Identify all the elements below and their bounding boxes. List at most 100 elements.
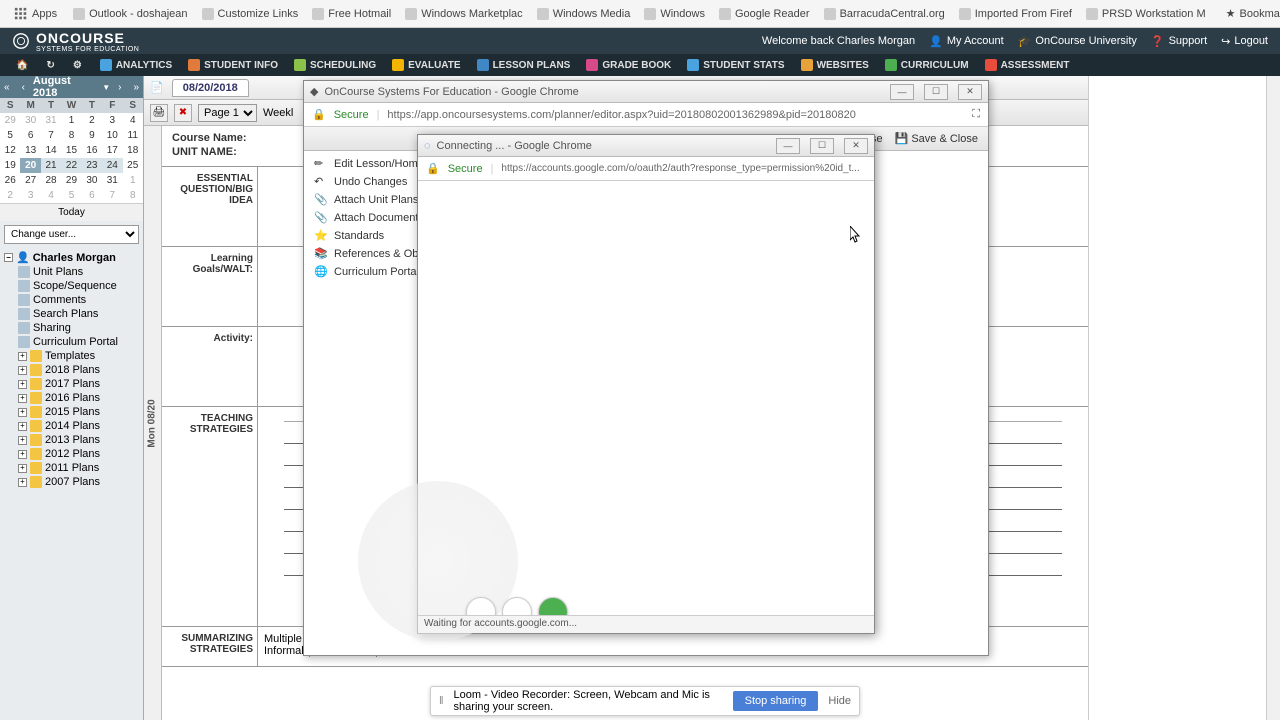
cal-day[interactable]: 2 bbox=[0, 188, 20, 203]
cal-day[interactable]: 27 bbox=[20, 173, 40, 188]
nav-curriculum[interactable]: CURRICULUM bbox=[877, 56, 977, 74]
cal-day[interactable]: 7 bbox=[41, 128, 61, 143]
cal-day[interactable]: 23 bbox=[82, 158, 102, 173]
minimize-button[interactable]: — bbox=[776, 138, 800, 154]
tree-folder[interactable]: +2016 Plans bbox=[0, 391, 143, 405]
print-button[interactable]: 🖨 bbox=[150, 104, 168, 122]
cal-day[interactable]: 8 bbox=[61, 128, 81, 143]
nav-settings[interactable]: ⚙ bbox=[65, 57, 90, 74]
close-window-button[interactable]: ✕ bbox=[958, 84, 982, 100]
maximize-button[interactable]: ☐ bbox=[924, 84, 948, 100]
change-user-select[interactable]: Change user... bbox=[4, 225, 139, 244]
popup-titlebar[interactable]: ◆ OnCourse Systems For Education - Googl… bbox=[304, 81, 988, 103]
cal-day[interactable]: 2 bbox=[82, 113, 102, 128]
cal-day[interactable]: 3 bbox=[102, 113, 122, 128]
tree-folder[interactable]: +2015 Plans bbox=[0, 405, 143, 419]
tree-folder[interactable]: +2017 Plans bbox=[0, 377, 143, 391]
tree-item-sharing[interactable]: Sharing bbox=[0, 321, 143, 335]
cal-day[interactable]: 25 bbox=[123, 158, 143, 173]
cal-day[interactable]: 4 bbox=[41, 188, 61, 203]
cal-day[interactable]: 18 bbox=[123, 143, 143, 158]
expand-icon[interactable]: + bbox=[18, 380, 27, 389]
university-link[interactable]: 🎓 OnCourse University bbox=[1018, 35, 1137, 48]
stop-sharing-button[interactable]: Stop sharing bbox=[733, 691, 819, 711]
expand-icon[interactable]: + bbox=[18, 366, 27, 375]
bookmark-item[interactable]: BarracudaCentral.org bbox=[818, 6, 951, 22]
tree-folder[interactable]: +2012 Plans bbox=[0, 447, 143, 461]
logo[interactable]: ONCOURSE SYSTEMS FOR EDUCATION bbox=[12, 30, 139, 53]
logout-link[interactable]: ↪ Logout bbox=[1221, 35, 1268, 48]
cal-day[interactable]: 6 bbox=[82, 188, 102, 203]
expand-icon[interactable]: + bbox=[18, 436, 27, 445]
tree-item-comments[interactable]: Comments bbox=[0, 293, 143, 307]
nav-evaluate[interactable]: EVALUATE bbox=[384, 56, 468, 74]
cal-month-picker[interactable]: August 2018 bbox=[33, 75, 98, 99]
nav-student-info[interactable]: STUDENT INFO bbox=[180, 56, 286, 74]
tree-folder[interactable]: +2007 Plans bbox=[0, 475, 143, 489]
cal-day[interactable]: 8 bbox=[123, 188, 143, 203]
cal-day[interactable]: 6 bbox=[20, 128, 40, 143]
save-close-button[interactable]: 💾Save & Close bbox=[891, 130, 982, 147]
tree-folder[interactable]: +2013 Plans bbox=[0, 433, 143, 447]
cal-day[interactable]: 14 bbox=[41, 143, 61, 158]
cal-day[interactable]: 5 bbox=[61, 188, 81, 203]
bookmark-item[interactable]: Google Reader bbox=[713, 6, 816, 22]
cal-day[interactable]: 13 bbox=[20, 143, 40, 158]
tree-folder[interactable]: +2018 Plans bbox=[0, 363, 143, 377]
cal-day[interactable]: 31 bbox=[41, 113, 61, 128]
expand-icon[interactable]: + bbox=[18, 464, 27, 473]
today-button[interactable]: Today bbox=[0, 203, 143, 221]
expand-icon[interactable]: ⛶ bbox=[972, 108, 980, 121]
cal-day[interactable]: 1 bbox=[123, 173, 143, 188]
cal-prev-month[interactable]: ‹ bbox=[18, 82, 29, 93]
expand-icon[interactable]: + bbox=[18, 422, 27, 431]
cal-day[interactable]: 7 bbox=[102, 188, 122, 203]
cal-day[interactable]: 19 bbox=[0, 158, 20, 173]
tree-item-scope-sequence[interactable]: Scope/Sequence bbox=[0, 279, 143, 293]
bookmark-item[interactable]: Free Hotmail bbox=[306, 6, 397, 22]
cancel-button[interactable]: ✖ bbox=[174, 104, 192, 122]
cal-day[interactable]: 12 bbox=[0, 143, 20, 158]
expand-icon[interactable]: + bbox=[18, 394, 27, 403]
tree-folder[interactable]: +2011 Plans bbox=[0, 461, 143, 475]
cal-prev-year[interactable]: « bbox=[0, 82, 14, 93]
bookmark-item[interactable]: Windows Marketplac bbox=[399, 6, 528, 22]
tree-item-unit-plans[interactable]: Unit Plans bbox=[0, 265, 143, 279]
cal-day[interactable]: 20 bbox=[20, 158, 40, 173]
my-account-link[interactable]: 👤 My Account bbox=[929, 35, 1004, 48]
nav-home[interactable]: 🏠 bbox=[8, 57, 36, 74]
cal-day[interactable]: 11 bbox=[123, 128, 143, 143]
cal-day[interactable]: 31 bbox=[102, 173, 122, 188]
vertical-scrollbar[interactable] bbox=[1266, 76, 1280, 720]
cal-next-month[interactable]: › bbox=[114, 82, 125, 93]
bookmark-item[interactable]: Outlook - doshajean bbox=[67, 6, 193, 22]
nav-lesson-plans[interactable]: LESSON PLANS bbox=[469, 56, 579, 74]
cal-day[interactable]: 16 bbox=[82, 143, 102, 158]
expand-icon[interactable]: + bbox=[18, 478, 27, 487]
hide-button[interactable]: Hide bbox=[828, 695, 851, 707]
tree-user-node[interactable]: − 👤 Charles Morgan bbox=[0, 250, 143, 265]
url-text[interactable]: https://app.oncoursesystems.com/planner/… bbox=[387, 109, 855, 121]
nav-websites[interactable]: WEBSITES bbox=[793, 56, 877, 74]
cal-day[interactable]: 3 bbox=[20, 188, 40, 203]
bookmark-item[interactable]: Customize Links bbox=[196, 6, 305, 22]
cal-day[interactable]: 28 bbox=[41, 173, 61, 188]
cal-day[interactable]: 1 bbox=[61, 113, 81, 128]
date-tab[interactable]: 08/20/2018 bbox=[172, 79, 249, 97]
cal-day[interactable]: 30 bbox=[20, 113, 40, 128]
minimize-button[interactable]: — bbox=[890, 84, 914, 100]
maximize-button[interactable]: ☐ bbox=[810, 138, 834, 154]
collapse-icon[interactable]: − bbox=[4, 253, 13, 262]
support-link[interactable]: ❓ Support bbox=[1151, 35, 1207, 48]
nav-assessment[interactable]: ASSESSMENT bbox=[977, 56, 1078, 74]
nav-refresh[interactable]: ↻ bbox=[38, 57, 62, 74]
url-text[interactable]: https://accounts.google.com/o/oauth2/aut… bbox=[501, 163, 859, 174]
nav-student-stats[interactable]: STUDENT STATS bbox=[679, 56, 792, 74]
cal-day[interactable]: 4 bbox=[123, 113, 143, 128]
tree-folder[interactable]: +2014 Plans bbox=[0, 419, 143, 433]
tree-item-curriculum-portal[interactable]: Curriculum Portal bbox=[0, 335, 143, 349]
cal-day[interactable]: 10 bbox=[102, 128, 122, 143]
cal-day[interactable]: 30 bbox=[82, 173, 102, 188]
cal-next-year[interactable]: » bbox=[129, 82, 143, 93]
page-select[interactable]: Page 1 bbox=[198, 104, 257, 122]
